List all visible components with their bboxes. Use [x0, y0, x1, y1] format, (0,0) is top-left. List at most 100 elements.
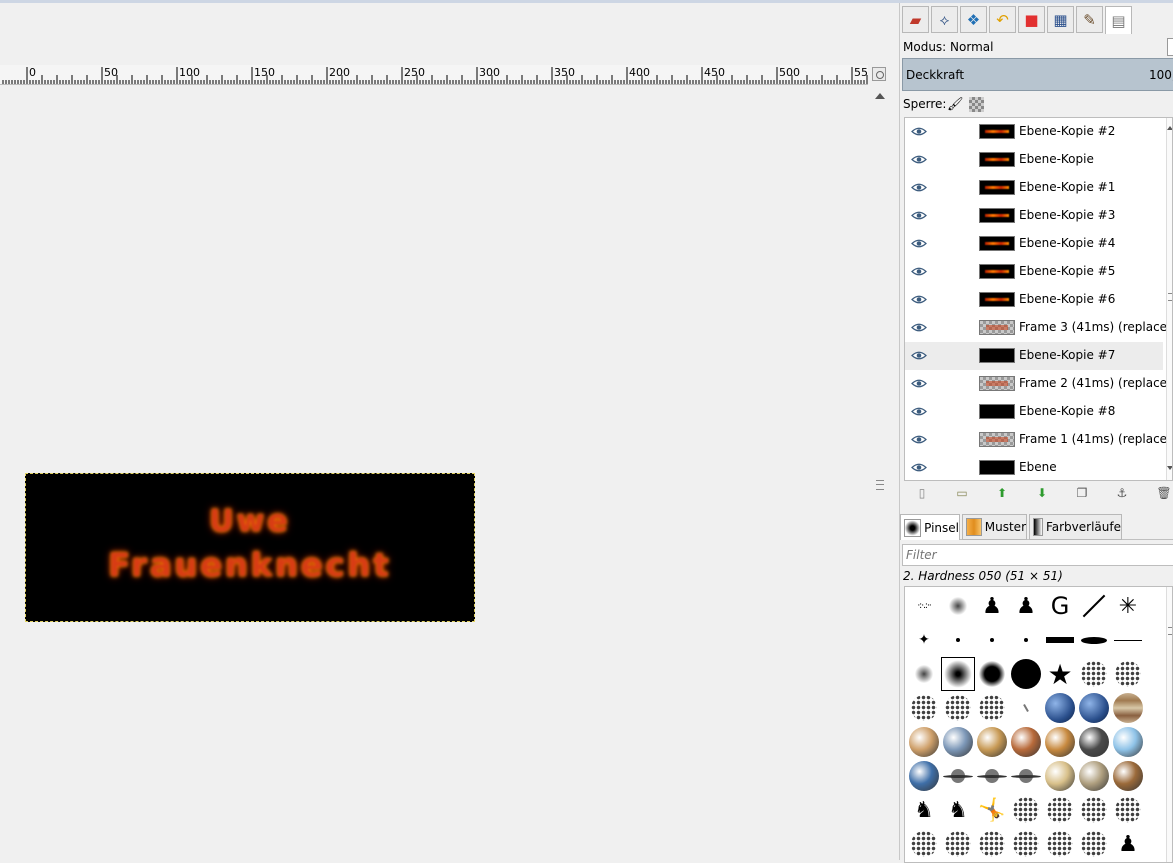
brush-item[interactable]	[1009, 759, 1043, 793]
zoom-navigate-icon[interactable]	[872, 67, 886, 81]
eye-icon[interactable]	[911, 323, 927, 332]
layer-row[interactable]: Ebene-Kopie	[905, 146, 1163, 174]
brush-item[interactable]: ♟	[975, 589, 1009, 623]
layer-name[interactable]: Ebene-Kopie #3	[1019, 208, 1115, 222]
brush-item[interactable]	[1009, 725, 1043, 759]
layers-list[interactable]: Ebene-Kopie #2 Ebene-Kopie Ebene-Kopie #1 E…	[904, 117, 1173, 481]
layer-name[interactable]: Ebene-Kopie #6	[1019, 292, 1115, 306]
tool-options-icon[interactable]: ▰	[902, 6, 929, 33]
brush-item[interactable]	[907, 691, 941, 725]
brush-item[interactable]	[975, 759, 1009, 793]
brush-item[interactable]	[941, 827, 975, 861]
brush-item[interactable]: ♟	[1009, 589, 1043, 623]
brush-item[interactable]	[1009, 691, 1043, 725]
brush-item[interactable]	[1077, 623, 1111, 657]
brush-item[interactable]	[975, 725, 1009, 759]
layer-row[interactable]: Ebene-Kopie #8	[905, 398, 1163, 426]
brush-item[interactable]	[1111, 793, 1145, 827]
new-layer-group-icon[interactable]: ▭	[954, 485, 970, 501]
foreground-color-icon[interactable]: ■	[1018, 6, 1045, 33]
eye-icon[interactable]	[911, 127, 927, 136]
brush-item[interactable]	[907, 827, 941, 861]
lock-alpha-icon[interactable]	[969, 97, 984, 112]
layer-row[interactable]: Frame 2 (41ms) (replace)	[905, 370, 1172, 398]
layer-name[interactable]: Frame 2 (41ms) (replace)	[1019, 376, 1172, 390]
image-layer[interactable]: Uwe Frauenknecht	[25, 473, 475, 622]
brush-item[interactable]: ♟	[1111, 827, 1145, 861]
layer-row[interactable]: Ebene-Kopie #5	[905, 258, 1163, 286]
layers-scrollbar[interactable]	[1166, 118, 1172, 480]
layer-row[interactable]: Frame 1 (41ms) (replace)	[905, 426, 1172, 454]
layer-name[interactable]: Ebene	[1019, 460, 1057, 474]
anchor-layer-icon[interactable]: ⚓	[1114, 485, 1130, 501]
scroll-grip[interactable]	[1168, 293, 1172, 301]
eye-icon[interactable]	[911, 351, 927, 360]
eye-icon[interactable]	[911, 183, 927, 192]
duplicate-layer-icon[interactable]: ❐	[1074, 485, 1090, 501]
layer-name[interactable]: Ebene-Kopie #7	[1019, 348, 1115, 362]
brush-item[interactable]	[1111, 725, 1145, 759]
eye-icon[interactable]	[911, 295, 927, 304]
layer-row[interactable]: Frame 3 (41ms) (replace)	[905, 314, 1172, 342]
new-layer-icon[interactable]: ▯	[914, 485, 930, 501]
scroll-grip[interactable]	[1168, 627, 1172, 635]
brush-item[interactable]	[1077, 589, 1111, 623]
layer-row[interactable]: Ebene-Kopie #1	[905, 174, 1163, 202]
layer-row[interactable]: Ebene	[905, 454, 1163, 480]
vertical-scrollbar[interactable]	[872, 87, 889, 863]
brush-grid[interactable]: ·:·.:·· ♟ ♟ G ✳ ✦ ★ ♞ ♞ 🤸 ♟	[904, 586, 1173, 863]
horizontal-ruler[interactable]: 0 50 100 150 200 250 300 350 400 450 500 550	[0, 65, 868, 85]
scroll-grip[interactable]	[876, 480, 884, 490]
brush-item[interactable]	[1043, 725, 1077, 759]
brush-item[interactable]	[1043, 793, 1077, 827]
brush-item[interactable]	[907, 759, 941, 793]
layer-row[interactable]: Ebene-Kopie #6	[905, 286, 1163, 314]
brush-scrollbar[interactable]	[1166, 587, 1172, 862]
tab-gradients[interactable]: Farbverläufe	[1029, 514, 1122, 540]
brush-item[interactable]: G	[1043, 589, 1077, 623]
brush-item[interactable]	[1009, 793, 1043, 827]
raise-layer-icon[interactable]: ⬆	[994, 485, 1010, 501]
scroll-up-icon[interactable]	[1167, 126, 1172, 130]
delete-layer-icon[interactable]: 🗑	[1156, 485, 1172, 501]
layers-icon[interactable]: ▤	[1105, 6, 1132, 34]
images-icon[interactable]: ▦	[1047, 6, 1074, 33]
brush-item[interactable]	[1043, 759, 1077, 793]
scroll-down-icon[interactable]	[1167, 466, 1172, 470]
layer-name[interactable]: Frame 3 (41ms) (replace)	[1019, 320, 1172, 334]
brush-item[interactable]	[1009, 657, 1043, 691]
layer-row[interactable]: Ebene-Kopie #3	[905, 202, 1163, 230]
brush-item[interactable]	[1077, 793, 1111, 827]
mode-label[interactable]: Modus: Normal	[903, 40, 993, 54]
brush-item[interactable]	[941, 691, 975, 725]
eye-icon[interactable]	[911, 155, 927, 164]
layer-name[interactable]: Ebene-Kopie #5	[1019, 264, 1115, 278]
eye-icon[interactable]	[911, 379, 927, 388]
lock-pixels-icon[interactable]: 🖌	[947, 97, 964, 112]
layer-row[interactable]: Ebene-Kopie #2	[905, 118, 1163, 146]
layer-name[interactable]: Ebene-Kopie #1	[1019, 180, 1115, 194]
undo-history-icon[interactable]: ↶	[989, 6, 1016, 33]
brush-item[interactable]	[1111, 657, 1145, 691]
brush-item[interactable]	[941, 759, 975, 793]
brush-item[interactable]: ★	[1043, 657, 1077, 691]
brush-item[interactable]	[1009, 827, 1043, 861]
brush-item[interactable]: 🤸	[975, 793, 1009, 827]
layer-name[interactable]: Frame 1 (41ms) (replace)	[1019, 432, 1172, 446]
layer-row[interactable]: Ebene-Kopie #7	[905, 342, 1163, 370]
brush-item[interactable]	[1043, 827, 1077, 861]
paths-icon[interactable]: ⟡	[931, 6, 958, 33]
brush-filter-input[interactable]	[903, 545, 1173, 565]
brush-item[interactable]: ✦	[907, 623, 941, 657]
brush-filter[interactable]	[902, 544, 1173, 566]
brush-item[interactable]	[941, 589, 975, 623]
image-canvas-area[interactable]: 0 50 100 150 200 250 300 350 400 450 500 550 Uwe Fr…	[0, 3, 890, 863]
brush-item[interactable]	[907, 725, 941, 759]
brush-item[interactable]	[1111, 759, 1145, 793]
brush-item[interactable]: ♞	[907, 793, 941, 827]
brush-item[interactable]	[975, 657, 1009, 691]
device-status-icon[interactable]: ❖	[960, 6, 987, 33]
brush-item[interactable]	[941, 623, 975, 657]
brush-item[interactable]	[975, 691, 1009, 725]
brush-item[interactable]	[1077, 691, 1111, 725]
